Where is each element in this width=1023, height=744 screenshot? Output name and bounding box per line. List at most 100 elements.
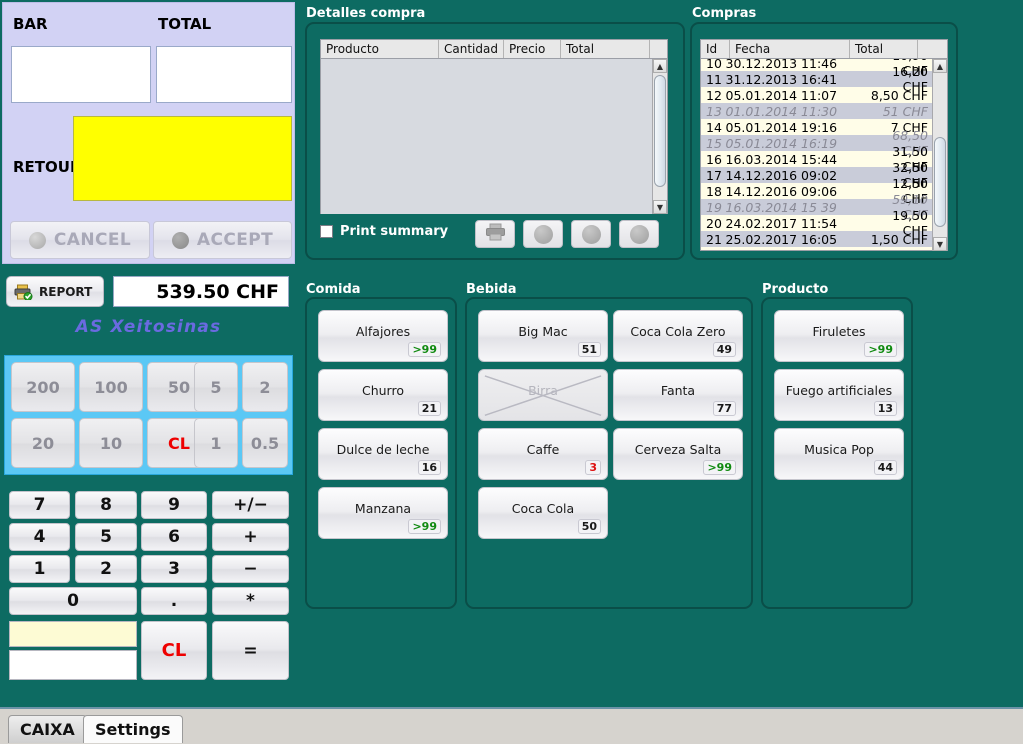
key-3[interactable]: 3 <box>141 555 207 583</box>
denom-button-200[interactable]: 200 <box>11 362 75 412</box>
purchases-scroll-thumb[interactable] <box>934 137 946 227</box>
details-scroll-down-icon[interactable]: ▼ <box>653 200 667 214</box>
key-multiply[interactable]: * <box>212 587 289 615</box>
product-button[interactable]: Churro 21 <box>318 369 448 421</box>
key-add[interactable]: + <box>212 523 289 551</box>
keypad-clear-button[interactable]: CL <box>141 621 207 680</box>
denom-button-100[interactable]: 100 <box>79 362 143 412</box>
key-1[interactable]: 1 <box>9 555 70 583</box>
tab-settings[interactable]: Settings <box>83 715 183 743</box>
denomination-panel: 200 100 50 5 2 20 10 CL 1 0.5 <box>4 355 293 475</box>
keypad-input-bottom[interactable] <box>9 650 137 680</box>
details-print-button[interactable] <box>475 220 515 248</box>
details-col-total: Total <box>561 40 650 58</box>
details-panel: Producto Cantidad Precio Total ▲ ▼ Print… <box>305 22 685 260</box>
print-summary-row[interactable]: Print summary <box>320 224 448 239</box>
product-button[interactable]: Fanta 77 <box>613 369 743 421</box>
accept-button[interactable]: ACCEPT <box>153 221 292 259</box>
product-button[interactable]: Fuego artificiales 13 <box>774 369 904 421</box>
cell-date: 24.02.2017 11:54 <box>725 215 838 231</box>
accept-icon <box>171 231 189 249</box>
product-button[interactable]: Coca Cola 50 <box>478 487 608 539</box>
retour-input[interactable] <box>73 116 292 201</box>
product-button[interactable]: Big Mac 51 <box>478 310 608 362</box>
bar-input[interactable] <box>11 46 151 103</box>
product-button[interactable]: Musica Pop 44 <box>774 428 904 480</box>
details-delete-button[interactable] <box>619 220 659 248</box>
product-button[interactable]: Coca Cola Zero 49 <box>613 310 743 362</box>
key-6[interactable]: 6 <box>141 523 207 551</box>
cell-total: 51 CHF <box>882 103 928 119</box>
key-plus-minus[interactable]: +/− <box>212 491 289 519</box>
product-stock-badge: 13 <box>873 401 897 416</box>
cell-date: 05.01.2014 16:19 <box>725 135 838 151</box>
key-4[interactable]: 4 <box>9 523 70 551</box>
product-stock-badge: 50 <box>577 519 601 534</box>
total-input[interactable] <box>156 46 292 103</box>
key-9[interactable]: 9 <box>141 491 207 519</box>
product-button[interactable]: Alfajores >99 <box>318 310 448 362</box>
key-2[interactable]: 2 <box>75 555 137 583</box>
keypad-input-top[interactable] <box>9 621 137 647</box>
cell-total: 8,50 CHF <box>870 87 928 103</box>
cell-id: 10 <box>706 59 722 71</box>
table-row[interactable]: 20 24.02.2017 11:54 19,50 CHF <box>701 208 932 238</box>
cell-id: 14 <box>706 119 722 135</box>
cell-date: 05.01.2014 11:07 <box>725 87 838 103</box>
denom-button-5[interactable]: 5 <box>194 362 238 412</box>
key-8[interactable]: 8 <box>75 491 137 519</box>
purchases-col-total: Total <box>850 40 918 58</box>
product-name: Big Mac <box>518 324 568 339</box>
cell-id: 19 <box>706 199 722 215</box>
table-row[interactable]: 21 25.02.2017 16:05 1,50 CHF <box>701 231 932 247</box>
cell-id: 16 <box>706 151 722 167</box>
product-button[interactable]: Caffe 3 <box>478 428 608 480</box>
details-add-button[interactable] <box>571 220 611 248</box>
product-button[interactable]: Firuletes >99 <box>774 310 904 362</box>
denom-button-05[interactable]: 0.5 <box>242 418 288 468</box>
product-button[interactable]: Manzana >99 <box>318 487 448 539</box>
key-7[interactable]: 7 <box>9 491 70 519</box>
table-row[interactable]: 12 05.01.2014 11:07 8,50 CHF <box>701 87 932 103</box>
denom-button-2[interactable]: 2 <box>242 362 288 412</box>
denom-button-1[interactable]: 1 <box>194 418 238 468</box>
table-row[interactable]: 13 01.01.2014 11:30 51 CHF <box>701 103 932 119</box>
details-col-precio: Precio <box>504 40 561 58</box>
purchases-panel: Id Fecha Total 1030.12.2013 11:4610,90 C… <box>690 22 958 260</box>
denom-button-10[interactable]: 10 <box>79 418 143 468</box>
tab-caixa[interactable]: CAIXA <box>8 715 87 743</box>
denom-button-20[interactable]: 20 <box>11 418 75 468</box>
product-stock-badge: 16 <box>417 460 441 475</box>
cell-id: 11 <box>706 71 722 87</box>
keypad-equals-button[interactable]: = <box>212 621 289 680</box>
product-name: Coca Cola <box>511 501 575 516</box>
table-row[interactable]: 11 31.12.2013 16:41 16,20 CHF <box>701 64 932 94</box>
details-scroll-up-icon[interactable]: ▲ <box>653 59 667 73</box>
category-panel-producto: Firuletes >99 Fuego artificiales 13 Musica P… <box>761 297 913 609</box>
key-decimal[interactable]: . <box>141 587 207 615</box>
key-subtract[interactable]: − <box>212 555 289 583</box>
report-button[interactable]: REPORT <box>6 276 104 307</box>
purchases-scrollbar[interactable]: ▲ ▼ <box>932 59 947 251</box>
purchases-scroll-down-icon[interactable]: ▼ <box>933 237 947 251</box>
product-button: Birra <box>478 369 608 421</box>
product-button[interactable]: Dulce de leche 16 <box>318 428 448 480</box>
total-amount-display: 539.50 CHF <box>113 276 289 307</box>
product-button[interactable]: Cerveza Salta >99 <box>613 428 743 480</box>
purchases-scroll-up-icon[interactable]: ▲ <box>933 59 947 73</box>
key-0[interactable]: 0 <box>9 587 137 615</box>
details-remove-button[interactable] <box>523 220 563 248</box>
category-panel-bebida: Big Mac 51 Coca Cola Zero 49 Birra Fanta 77 Caf… <box>465 297 753 609</box>
print-summary-checkbox[interactable] <box>320 225 333 238</box>
details-scrollbar[interactable]: ▲ ▼ <box>652 59 667 214</box>
product-name: Churro <box>361 383 404 398</box>
plus-circle-icon <box>581 224 601 244</box>
key-5[interactable]: 5 <box>75 523 137 551</box>
purchases-row-list[interactable]: 1030.12.2013 11:4610,90 CHF1131.12.2013 … <box>701 59 932 250</box>
cancel-button[interactable]: CANCEL <box>10 221 150 259</box>
product-name: Fuego artificiales <box>785 383 893 398</box>
details-scroll-thumb[interactable] <box>654 75 666 187</box>
cell-date: 25.02.2017 16:05 <box>725 231 838 247</box>
product-name: Caffe <box>526 442 560 457</box>
cancel-button-label: CANCEL <box>53 230 132 250</box>
